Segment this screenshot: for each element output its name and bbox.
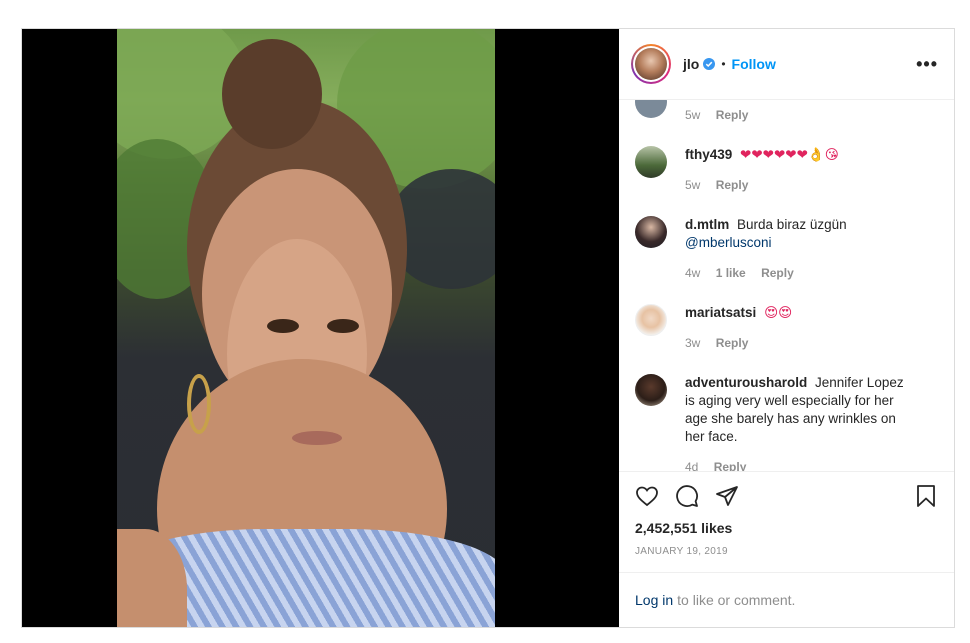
comment-username[interactable]: fthy439	[685, 147, 732, 162]
post-photo	[117, 29, 495, 627]
post-date: JANUARY 19, 2019	[635, 545, 728, 557]
reply-button[interactable]: Reply	[761, 266, 794, 280]
comment-item: mariatsatsi 😍😍 3w Reply	[635, 304, 938, 352]
comment-item: fthy439 ❤❤❤❤❤❤👌😘 5w Reply	[635, 146, 938, 194]
more-options-icon[interactable]: •••	[916, 54, 938, 75]
author-username[interactable]: jlo	[683, 56, 699, 72]
follow-button[interactable]: Follow	[732, 56, 776, 72]
comment-text: 😍😍	[764, 305, 793, 322]
comment-text: ❤❤❤❤❤❤👌😘	[740, 147, 839, 164]
commenter-avatar[interactable]	[635, 100, 667, 119]
comment-mention[interactable]: @mberlusconi	[685, 234, 847, 252]
commenter-avatar[interactable]	[635, 216, 667, 249]
share-icon[interactable]	[715, 484, 739, 508]
comment-username[interactable]: d.mtlm	[685, 217, 729, 232]
login-link[interactable]: Log in	[635, 592, 673, 608]
verified-badge-icon	[703, 58, 716, 71]
comment-item: adventurousharold Jennifer Lopez is agin…	[635, 374, 938, 471]
post-media[interactable]	[22, 29, 619, 627]
comment-age: 5w	[685, 108, 701, 123]
heart-icon[interactable]	[635, 484, 659, 508]
author-avatar[interactable]	[631, 44, 671, 85]
comment-age: 4d	[685, 460, 699, 471]
reply-button[interactable]: Reply	[716, 336, 749, 350]
instagram-post: jlo • Follow ••• 5w Reply fthy439 ❤❤❤❤❤❤…	[21, 28, 955, 628]
commenter-avatar[interactable]	[635, 374, 667, 407]
login-prompt: Log in to like or comment.	[619, 571, 954, 627]
login-prompt-text: to like or comment.	[677, 591, 796, 608]
separator-dot: •	[721, 57, 726, 72]
bookmark-icon[interactable]	[914, 484, 938, 508]
action-bar	[619, 470, 954, 520]
comment-age: 5w	[685, 178, 701, 193]
post-header: jlo • Follow •••	[619, 29, 954, 101]
comment-text: Burda biraz üzgün	[737, 217, 847, 233]
comment-icon[interactable]	[675, 484, 699, 508]
comments-list[interactable]: 5w Reply fthy439 ❤❤❤❤❤❤👌😘 5w Reply d.mtl…	[619, 100, 954, 471]
reply-button[interactable]: Reply	[716, 178, 749, 192]
commenter-avatar[interactable]	[635, 146, 667, 179]
commenter-avatar[interactable]	[635, 304, 667, 337]
comment-age: 4w	[685, 266, 701, 281]
comment-item: d.mtlm Burda biraz üzgün @mberlusconi 4w…	[635, 216, 938, 282]
like-count[interactable]: 2,452,551 likes	[619, 520, 954, 540]
post-sidebar: jlo • Follow ••• 5w Reply fthy439 ❤❤❤❤❤❤…	[619, 29, 954, 627]
comment-username[interactable]: mariatsatsi	[685, 305, 756, 320]
reply-button[interactable]: Reply	[714, 460, 747, 471]
comment-age: 3w	[685, 336, 701, 351]
comment-username[interactable]: adventurousharold	[685, 375, 807, 390]
reply-button[interactable]: Reply	[716, 108, 749, 122]
comment-like-count[interactable]: 1 like	[716, 266, 746, 280]
comment-item: 5w Reply	[635, 100, 938, 124]
